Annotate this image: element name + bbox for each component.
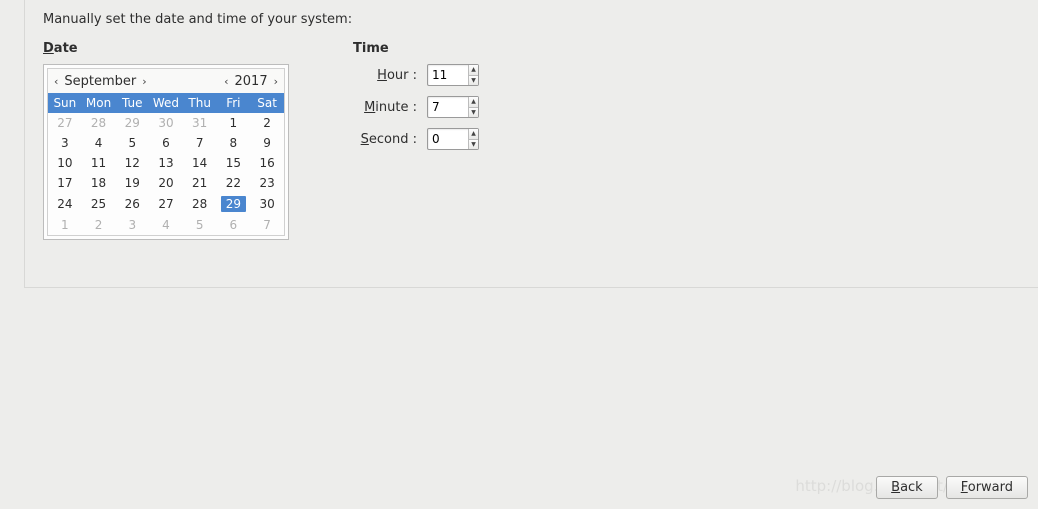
calendar-widget: ‹ September › ‹ 2017 › SunMonTueWedThuFr… <box>43 64 289 240</box>
calendar-day[interactable]: 7 <box>183 133 217 153</box>
second-spinner[interactable]: ▲ ▼ <box>427 128 479 150</box>
calendar-day[interactable]: 16 <box>250 153 284 173</box>
weekday-header: Thu <box>183 93 217 113</box>
date-section-title: Date <box>43 41 293 56</box>
calendar-day[interactable]: 12 <box>115 153 149 173</box>
calendar-day[interactable]: 30 <box>250 193 284 215</box>
weekday-header: Wed <box>149 93 183 113</box>
calendar-day[interactable]: 22 <box>217 173 251 193</box>
second-up-button[interactable]: ▲ <box>469 129 478 140</box>
calendar-day[interactable]: 17 <box>48 173 82 193</box>
calendar-day[interactable]: 13 <box>149 153 183 173</box>
weekday-header: Sat <box>250 93 284 113</box>
year-label[interactable]: 2017 <box>235 74 268 89</box>
month-label[interactable]: September <box>64 74 136 89</box>
weekday-header: Tue <box>115 93 149 113</box>
second-input[interactable] <box>428 129 468 149</box>
instruction-text: Manually set the date and time of your s… <box>43 12 1020 27</box>
calendar-day[interactable]: 1 <box>217 113 251 133</box>
minute-label: Minute : <box>353 100 417 115</box>
calendar-day[interactable]: 28 <box>183 193 217 215</box>
calendar-day[interactable]: 27 <box>149 193 183 215</box>
calendar-day[interactable]: 19 <box>115 173 149 193</box>
calendar-day[interactable]: 11 <box>82 153 116 173</box>
minute-down-button[interactable]: ▼ <box>469 108 478 118</box>
calendar-day[interactable]: 27 <box>48 113 82 133</box>
calendar-day[interactable]: 14 <box>183 153 217 173</box>
calendar-day[interactable]: 18 <box>82 173 116 193</box>
calendar-day[interactable]: 23 <box>250 173 284 193</box>
calendar-day[interactable]: 3 <box>48 133 82 153</box>
calendar-day[interactable]: 29 <box>217 193 251 215</box>
minute-input[interactable] <box>428 97 468 117</box>
calendar-day[interactable]: 7 <box>250 215 284 235</box>
calendar-day[interactable]: 5 <box>115 133 149 153</box>
calendar-day[interactable]: 6 <box>217 215 251 235</box>
calendar-day[interactable]: 2 <box>250 113 284 133</box>
calendar-day[interactable]: 26 <box>115 193 149 215</box>
calendar-day[interactable]: 20 <box>149 173 183 193</box>
minute-up-button[interactable]: ▲ <box>469 97 478 108</box>
calendar-grid: SunMonTueWedThuFriSat 272829303112345678… <box>48 93 284 235</box>
calendar-day[interactable]: 5 <box>183 215 217 235</box>
calendar-day[interactable]: 6 <box>149 133 183 153</box>
hour-down-button[interactable]: ▼ <box>469 76 478 86</box>
calendar-day[interactable]: 1 <box>48 215 82 235</box>
calendar-day[interactable]: 25 <box>82 193 116 215</box>
second-label: Second : <box>353 132 417 147</box>
next-year-button[interactable]: › <box>272 75 280 88</box>
datetime-panel: Manually set the date and time of your s… <box>24 0 1038 288</box>
back-button[interactable]: Back <box>876 476 938 499</box>
calendar-day[interactable]: 3 <box>115 215 149 235</box>
prev-year-button[interactable]: ‹ <box>222 75 230 88</box>
weekday-header: Fri <box>217 93 251 113</box>
calendar-day[interactable]: 31 <box>183 113 217 133</box>
weekday-header: Mon <box>82 93 116 113</box>
calendar-day[interactable]: 4 <box>149 215 183 235</box>
calendar-day[interactable]: 4 <box>82 133 116 153</box>
calendar-day[interactable]: 24 <box>48 193 82 215</box>
calendar-day[interactable]: 9 <box>250 133 284 153</box>
calendar-day[interactable]: 29 <box>115 113 149 133</box>
forward-button[interactable]: Forward <box>946 476 1028 499</box>
hour-input[interactable] <box>428 65 468 85</box>
calendar-day[interactable]: 28 <box>82 113 116 133</box>
calendar-day[interactable]: 8 <box>217 133 251 153</box>
calendar-day[interactable]: 10 <box>48 153 82 173</box>
hour-spinner[interactable]: ▲ ▼ <box>427 64 479 86</box>
calendar-day[interactable]: 15 <box>217 153 251 173</box>
calendar-day[interactable]: 30 <box>149 113 183 133</box>
minute-spinner[interactable]: ▲ ▼ <box>427 96 479 118</box>
calendar-day[interactable]: 2 <box>82 215 116 235</box>
hour-up-button[interactable]: ▲ <box>469 65 478 76</box>
time-section-title: Time <box>353 41 479 56</box>
weekday-header: Sun <box>48 93 82 113</box>
calendar-day[interactable]: 21 <box>183 173 217 193</box>
prev-month-button[interactable]: ‹ <box>52 75 60 88</box>
next-month-button[interactable]: › <box>140 75 148 88</box>
second-down-button[interactable]: ▼ <box>469 140 478 150</box>
hour-label: Hour : <box>353 68 417 83</box>
